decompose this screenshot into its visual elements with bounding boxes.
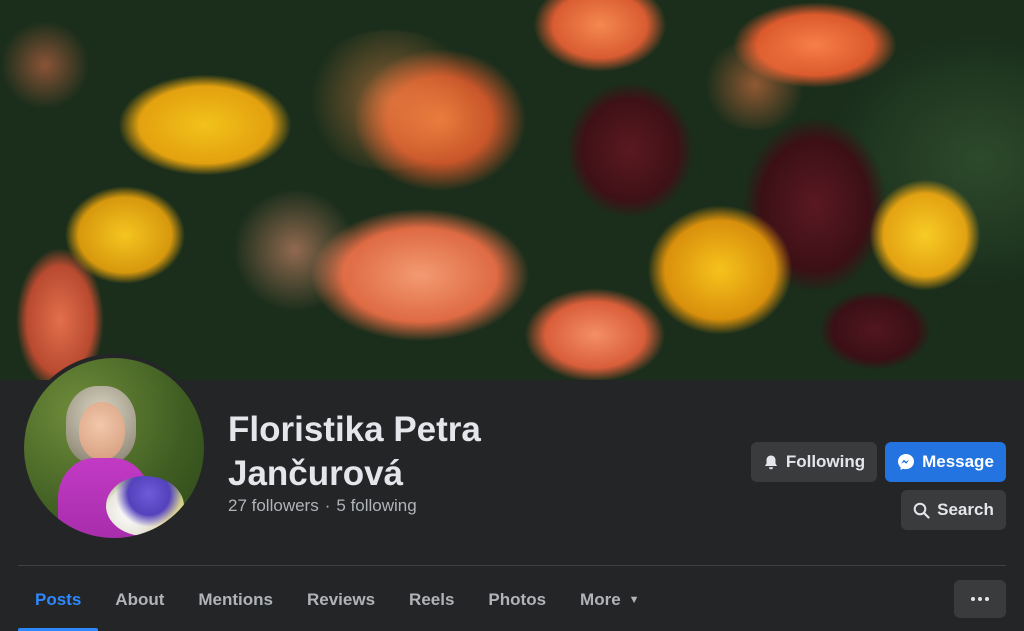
cover-photo[interactable] <box>0 0 1024 380</box>
section-divider <box>18 565 1006 566</box>
cover-flower <box>0 20 90 110</box>
cover-flower <box>230 190 360 310</box>
tab-photos[interactable]: Photos <box>471 568 563 631</box>
following-label: Following <box>785 452 866 471</box>
avatar-photo <box>24 358 204 538</box>
tab-label: Mentions <box>198 589 273 609</box>
tab-posts[interactable]: Posts <box>18 568 99 631</box>
following-button[interactable]: Following <box>751 442 877 482</box>
ellipsis-icon <box>985 597 989 601</box>
message-label: Message <box>922 452 994 471</box>
search-label: Search <box>937 500 994 519</box>
followers-count[interactable]: 27 followers <box>228 496 319 516</box>
profile-picture[interactable] <box>20 354 208 542</box>
message-button[interactable]: Message <box>885 442 1006 482</box>
avatar-bouquet <box>106 476 184 536</box>
search-button[interactable]: Search <box>901 490 1006 530</box>
follow-counts: 27 followers · 5 following <box>228 496 417 516</box>
messenger-icon <box>897 453 915 471</box>
counts-separator: · <box>324 496 331 515</box>
tab-label: About <box>115 589 165 609</box>
tab-label: More <box>580 589 621 609</box>
more-options-button[interactable] <box>954 580 1006 618</box>
tab-label: Reviews <box>307 589 376 609</box>
tab-reels[interactable]: Reels <box>392 568 471 631</box>
following-count[interactable]: 5 following <box>336 496 416 516</box>
tab-mentions[interactable]: Mentions <box>181 568 290 631</box>
tab-more[interactable]: More ▼ <box>563 568 657 631</box>
caret-down-icon: ▼ <box>628 593 640 606</box>
tab-reviews[interactable]: Reviews <box>290 568 392 631</box>
cover-flower <box>300 30 480 170</box>
tab-label: Posts <box>35 589 82 609</box>
page-title: Floristika Petra Jančurová <box>228 410 481 493</box>
bell-icon <box>763 454 779 471</box>
tab-about[interactable]: About <box>98 568 181 631</box>
profile-tabs: Posts About Mentions Reviews Reels Photo… <box>18 568 657 631</box>
tab-label: Reels <box>409 589 455 609</box>
avatar-face <box>79 402 125 460</box>
search-icon <box>913 502 930 519</box>
tab-label: Photos <box>488 589 547 609</box>
ellipsis-icon <box>971 597 975 601</box>
cover-flower <box>700 40 810 130</box>
ellipsis-icon <box>978 597 982 601</box>
